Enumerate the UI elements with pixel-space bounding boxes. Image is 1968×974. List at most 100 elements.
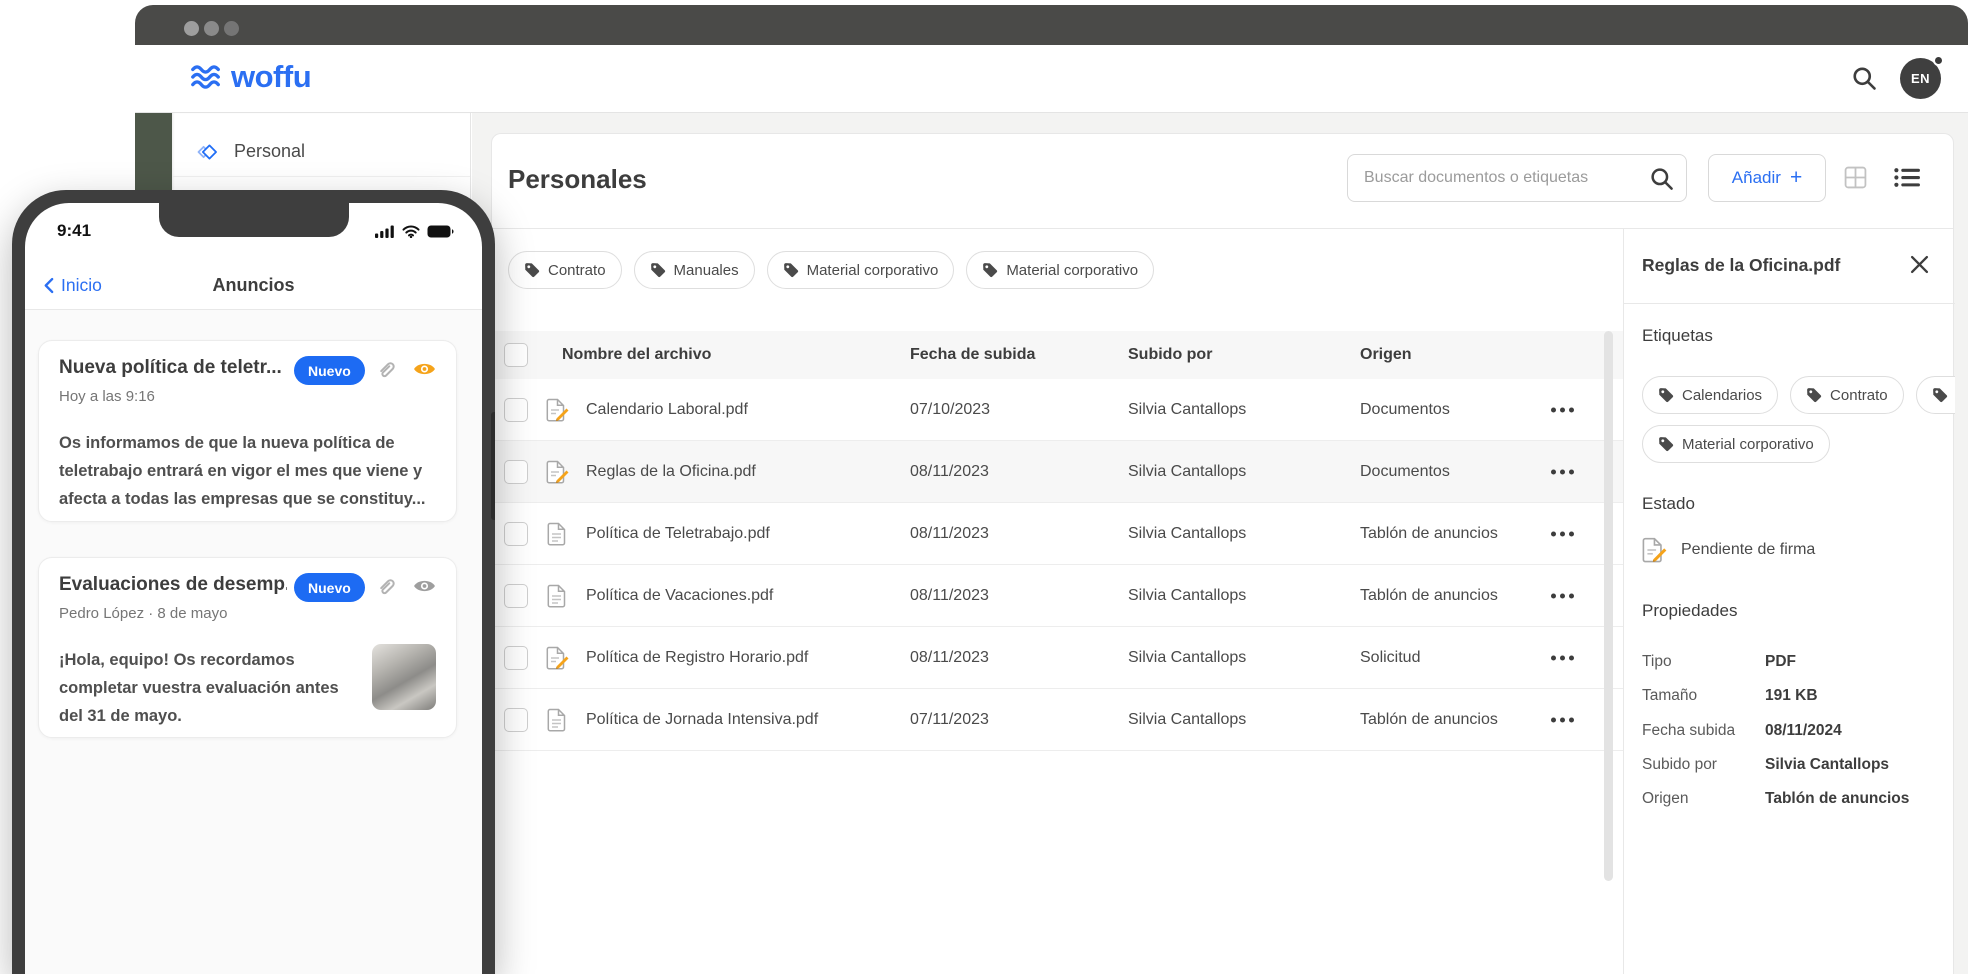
list-view-icon[interactable] xyxy=(1894,167,1921,188)
row-checkbox[interactable] xyxy=(504,521,528,546)
read-eye-icon[interactable] xyxy=(413,361,436,377)
file-name[interactable]: Política de Teletrabajo.pdf xyxy=(586,525,770,543)
file-name[interactable]: Política de Registro Horario.pdf xyxy=(586,649,808,667)
pending-signature-icon xyxy=(1642,537,1668,563)
grid-view-icon[interactable] xyxy=(1844,166,1867,189)
announcement-body: ¡Hola, equipo! Os recordamos completar v… xyxy=(59,651,339,725)
table-row[interactable]: Política de Registro Horario.pdf 08/11/2… xyxy=(492,627,1623,689)
phone-mockup: 9:41 Inicio Anuncios Nueva política de t… xyxy=(12,190,495,974)
tag-chip[interactable]: Material corporativo xyxy=(1642,425,1830,463)
sidebar-item-label: Personal xyxy=(234,141,306,161)
close-icon[interactable] xyxy=(1910,255,1929,274)
file-name[interactable]: Calendario Laboral.pdf xyxy=(586,401,748,419)
document-signature-icon xyxy=(546,398,570,422)
add-button-label: Añadir xyxy=(1731,168,1781,187)
plus-icon: + xyxy=(1789,166,1803,189)
document-title: Reglas de la Oficina.pdf xyxy=(1642,255,1841,275)
row-menu-icon[interactable] xyxy=(1551,531,1574,536)
document-search xyxy=(1347,154,1687,202)
table-scrollbar[interactable] xyxy=(1604,331,1613,881)
table-row[interactable]: Calendario Laboral.pdf 07/10/2023 Silvia… xyxy=(492,379,1623,441)
search-icon[interactable] xyxy=(1650,167,1674,191)
search-input[interactable] xyxy=(1362,155,1642,201)
new-badge: Nuevo xyxy=(294,573,365,602)
header-search-icon[interactable] xyxy=(1852,66,1877,91)
read-eye-icon[interactable] xyxy=(413,578,436,594)
tag-label: Calendarios xyxy=(1682,386,1763,404)
announcement-card[interactable]: Evaluaciones de desemp... Nuevo Pedro Ló… xyxy=(38,557,457,738)
add-button[interactable]: Añadir + xyxy=(1708,154,1826,202)
table-header: Nombre del archivo Fecha de subida Subid… xyxy=(492,331,1623,379)
origin: Solicitud xyxy=(1360,648,1421,666)
column-header[interactable]: Nombre del archivo xyxy=(562,346,711,364)
documents-pane: Contrato Manuales Material corporativo M… xyxy=(492,229,1623,974)
row-menu-icon[interactable] xyxy=(1551,717,1574,722)
logo-text: woffu xyxy=(231,59,312,94)
announcement-title: Nueva política de teletr... xyxy=(59,357,282,378)
tags-section-heading: Etiquetas xyxy=(1642,326,1713,345)
upload-date: 07/11/2023 xyxy=(910,710,989,728)
tag-icon xyxy=(650,262,666,278)
row-checkbox[interactable] xyxy=(504,583,528,608)
row-menu-icon[interactable] xyxy=(1551,407,1574,412)
tag-chip[interactable]: Manuales xyxy=(1915,376,1955,414)
filter-chips: Contrato Manuales Material corporativo M… xyxy=(508,251,1155,289)
battery-icon xyxy=(427,225,454,238)
row-checkbox[interactable] xyxy=(504,459,528,484)
column-header[interactable]: Origen xyxy=(1360,346,1412,364)
column-header[interactable]: Subido por xyxy=(1128,346,1212,364)
window-dot-2[interactable] xyxy=(204,21,219,36)
property-row: Origen Tablón de anuncios xyxy=(1642,790,1942,816)
property-label: Origen xyxy=(1642,790,1689,807)
property-row: Tipo PDF xyxy=(1642,653,1942,679)
upload-date: 08/11/2023 xyxy=(910,524,989,542)
table-row[interactable]: Política de Jornada Intensiva.pdf 07/11/… xyxy=(492,689,1623,751)
sidebar-item-personal[interactable]: Personal xyxy=(172,127,470,177)
window-dot-3[interactable] xyxy=(224,21,239,36)
status-value: Pendiente de firma xyxy=(1681,541,1816,558)
phone-notch xyxy=(158,203,349,237)
column-header[interactable]: Fecha de subida xyxy=(910,346,1035,364)
tag-icon xyxy=(982,262,998,278)
status-bar-icons xyxy=(375,225,454,238)
uploaded-by: Silvia Cantallops xyxy=(1128,524,1247,542)
content-area: Contrato Manuales Material corporativo M… xyxy=(492,229,1955,974)
document-tags-row-2: Material corporativo xyxy=(1642,425,1830,463)
property-label: Subido por xyxy=(1642,756,1717,773)
table-row-selected[interactable]: Reglas de la Oficina.pdf 08/11/2023 Silv… xyxy=(492,441,1623,503)
row-checkbox[interactable] xyxy=(504,645,528,670)
status-bar-time: 9:41 xyxy=(57,221,92,240)
row-checkbox[interactable] xyxy=(504,707,528,732)
file-name[interactable]: Política de Vacaciones.pdf xyxy=(586,587,773,605)
tag-chip[interactable]: Calendarios xyxy=(1642,376,1779,414)
select-all-checkbox[interactable] xyxy=(504,343,528,367)
table-row[interactable]: Política de Teletrabajo.pdf 08/11/2023 S… xyxy=(492,503,1623,565)
filter-chip[interactable]: Contrato xyxy=(508,251,622,289)
filter-label: Contrato xyxy=(548,261,606,279)
document-icon xyxy=(546,708,568,732)
table-row[interactable]: Política de Vacaciones.pdf 08/11/2023 Si… xyxy=(492,565,1623,627)
file-name[interactable]: Reglas de la Oficina.pdf xyxy=(586,463,756,481)
row-menu-icon[interactable] xyxy=(1551,469,1574,474)
filter-chip[interactable]: Material corporativo xyxy=(966,251,1155,289)
page-title: Personales xyxy=(508,164,647,194)
row-checkbox[interactable] xyxy=(504,397,528,422)
row-menu-icon[interactable] xyxy=(1551,593,1574,598)
filter-chip[interactable]: Material corporativo xyxy=(766,251,955,289)
woffu-logo[interactable]: woffu xyxy=(190,59,312,95)
upload-date: 08/11/2023 xyxy=(910,462,989,480)
window-dot-1[interactable] xyxy=(184,21,199,36)
announcement-card[interactable]: Nueva política de teletr... Nuevo Hoy a … xyxy=(38,340,457,522)
document-signature-icon xyxy=(546,460,570,484)
tag-chip[interactable]: Contrato xyxy=(1790,376,1904,414)
file-name[interactable]: Política de Jornada Intensiva.pdf xyxy=(586,711,818,729)
notification-dot xyxy=(1933,55,1944,66)
upload-date: 08/11/2023 xyxy=(910,648,989,666)
origin: Tablón de anuncios xyxy=(1360,586,1498,604)
filter-chip[interactable]: Manuales xyxy=(633,251,755,289)
document-icon xyxy=(546,522,568,546)
app-header: woffu EN xyxy=(135,45,1968,113)
upload-date: 08/11/2023 xyxy=(910,586,989,604)
property-label: Tamaño xyxy=(1642,687,1698,704)
row-menu-icon[interactable] xyxy=(1551,655,1574,660)
